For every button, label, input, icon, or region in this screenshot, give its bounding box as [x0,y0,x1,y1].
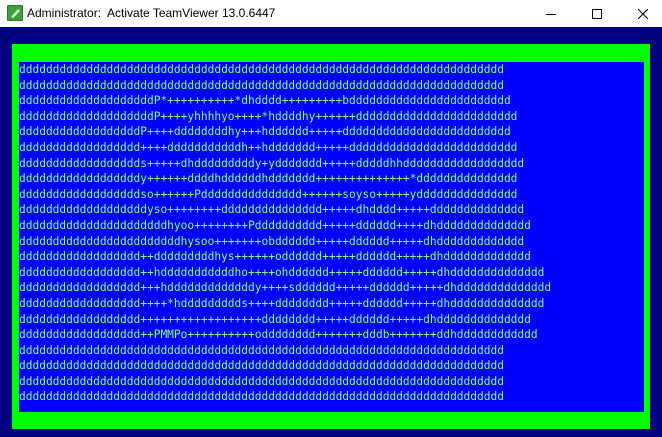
console-line: ddddddddddddddddddddP*++++++++++*dhdddd+… [19,94,511,108]
console-line: dddddddddddddddddddddddddddddddddddddddd… [19,343,504,357]
console-line: dddddddddddddddddd+++hdddddddddddddy++++… [19,281,552,295]
title-bar[interactable]: Administrator: Activate TeamViewer 13.0.… [0,0,662,27]
console-window[interactable]: dddddddddddddddddddddddddddddddddddddddd… [0,27,662,437]
close-button[interactable] [620,0,662,27]
green-frame: dddddddddddddddddddddddddddddddddddddddd… [12,44,650,429]
console-line: ddddddddddddddddddddP++++yhhhhyo++++*hdd… [19,109,518,123]
console-line: dddddddddddddddddddddddddddddddddddddddd… [19,374,504,388]
console-line: dddddddddddddddddddddddddddddddddddddddd… [19,78,504,92]
console-line: dddddddddddddddddddddddddddddddddddddddd… [19,390,504,404]
console-icon[interactable] [7,5,23,21]
window-title: Administrator: Activate TeamViewer 13.0.… [27,6,276,20]
console-line: dddddddddddddddddd++PMMPo++++++++++odddd… [19,328,538,342]
close-icon [638,8,648,19]
ascii-art-text: dddddddddddddddddddddddddddddddddddddddd… [19,62,644,405]
minimize-button[interactable] [528,0,574,27]
minimize-icon [546,9,556,19]
console-line: dddddddddddddddddds+++++dhdddddddddy+ydd… [19,156,525,170]
maximize-icon [592,8,602,19]
ascii-art-panel: dddddddddddddddddddddddddddddddddddddddd… [19,62,644,412]
console-line: dddddddddddddddddd++dddddddddhys++++++od… [19,250,531,264]
console-line: ddddddddddddddddddddddddhysoo+++++++obdd… [19,234,525,248]
console-line: dddddddddddddddddd++hdddddddddddho++++oh… [19,265,545,279]
console-line: dddddddddddddddddddyso++++++++dddddddddd… [19,203,525,217]
maximize-button[interactable] [574,0,620,27]
console-line: ddddddddddddddddddso++++++Pddddddddddddd… [19,187,518,201]
console-line: dddddddddddddddddd++++dddddddddddh++hddd… [19,140,518,154]
console-line: dddddddddddddddddd++++++++++++++++++dddd… [19,312,531,326]
console-line: ddddddddddddddddddddddhyoo++++++++Pddddd… [19,218,531,232]
console-line: dddddddddddddddddddddddddddddddddddddddd… [19,63,504,76]
console-line: dddddddddddddddddd++++*hddddddddds++++dd… [19,296,545,310]
console-line: ddddddddddddddddddP++++ddddddddhy+++hddd… [19,125,511,139]
console-line: ddddddddddddddddddy++++++ddddhddddddhddd… [19,172,518,186]
console-line: dddddddddddddddddddddddddddddddddddddddd… [19,359,504,373]
